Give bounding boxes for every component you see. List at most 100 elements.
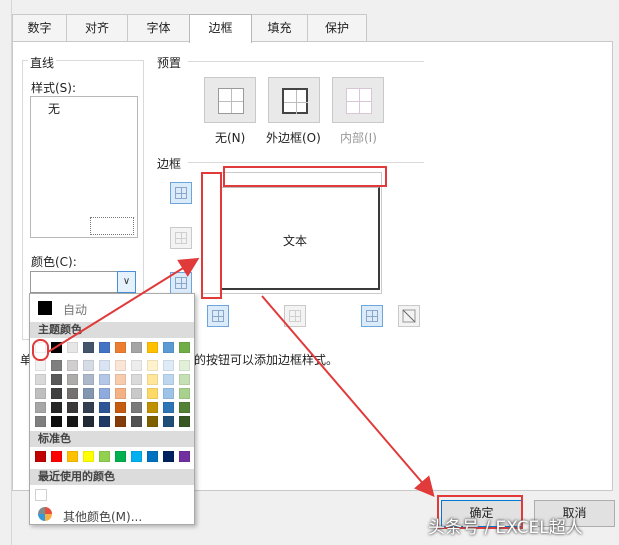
theme-shade-swatch[interactable] — [83, 388, 94, 399]
theme-shade-swatch[interactable] — [83, 360, 94, 371]
right-border-button[interactable] — [361, 305, 383, 327]
top-border-button[interactable] — [170, 182, 192, 204]
theme-shade-swatch[interactable] — [51, 402, 62, 413]
theme-shade-swatch[interactable] — [51, 388, 62, 399]
theme-color-swatch[interactable] — [163, 342, 174, 353]
theme-shade-swatch[interactable] — [115, 416, 126, 427]
recent-color-swatch[interactable] — [35, 489, 47, 501]
preset-inside-button[interactable] — [332, 77, 384, 123]
theme-shade-swatch[interactable] — [179, 360, 190, 371]
theme-shade-swatch[interactable] — [51, 374, 62, 385]
preset-none-button[interactable] — [204, 77, 256, 123]
theme-shade-swatch[interactable] — [35, 416, 46, 427]
standard-color-swatch[interactable] — [51, 451, 62, 462]
inside-vertical-border-button[interactable] — [284, 305, 306, 327]
standard-color-swatch[interactable] — [179, 451, 190, 462]
theme-shade-swatch[interactable] — [115, 388, 126, 399]
theme-shade-swatch[interactable] — [115, 402, 126, 413]
theme-shade-swatch[interactable] — [163, 388, 174, 399]
standard-color-swatch[interactable] — [147, 451, 158, 462]
tab-border[interactable]: 边框 — [189, 14, 252, 43]
more-colors-button[interactable]: 其他颜色(M)... — [63, 508, 142, 525]
theme-shade-swatch[interactable] — [179, 416, 190, 427]
color-palette: 自动 主题颜色 标准色 最近使用的颜色 其他颜色(M)... — [29, 293, 195, 525]
theme-color-swatch[interactable] — [147, 342, 158, 353]
grid-icon — [218, 88, 244, 114]
inside-horizontal-border-icon — [175, 232, 187, 244]
theme-shade-swatch[interactable] — [99, 416, 110, 427]
auto-color-swatch[interactable] — [38, 301, 52, 315]
theme-shade-swatch[interactable] — [51, 416, 62, 427]
preset-outline-button[interactable] — [268, 77, 320, 123]
theme-color-swatch[interactable] — [83, 342, 94, 353]
bottom-border-icon — [175, 277, 187, 289]
theme-shade-swatch[interactable] — [99, 402, 110, 413]
theme-shade-swatch[interactable] — [179, 402, 190, 413]
theme-color-swatch[interactable] — [67, 342, 78, 353]
tab-fill[interactable]: 填充 — [251, 14, 308, 42]
left-border-button[interactable] — [207, 305, 229, 327]
theme-shade-swatch[interactable] — [179, 374, 190, 385]
theme-shade-swatch[interactable] — [115, 360, 126, 371]
theme-shade-swatch[interactable] — [67, 360, 78, 371]
diagonal-border-button[interactable] — [398, 305, 420, 327]
theme-shade-swatch[interactable] — [115, 374, 126, 385]
theme-shade-swatch[interactable] — [35, 374, 46, 385]
chevron-down-icon[interactable]: ∨ — [117, 271, 136, 293]
preset-outline-label: 外边框(O) — [266, 131, 321, 145]
inside-horizontal-border-button[interactable] — [170, 227, 192, 249]
theme-shade-swatch[interactable] — [51, 360, 62, 371]
tab-alignment[interactable]: 对齐 — [66, 14, 128, 42]
standard-color-swatch[interactable] — [67, 451, 78, 462]
standard-color-swatch[interactable] — [131, 451, 142, 462]
theme-shade-swatch[interactable] — [163, 360, 174, 371]
theme-shade-swatch[interactable] — [67, 374, 78, 385]
theme-color-swatch[interactable] — [179, 342, 190, 353]
color-wheel-icon — [38, 507, 52, 521]
standard-color-swatch[interactable] — [99, 451, 110, 462]
standard-color-swatch[interactable] — [115, 451, 126, 462]
theme-shade-swatch[interactable] — [163, 374, 174, 385]
theme-shade-swatch[interactable] — [131, 374, 142, 385]
tab-protection[interactable]: 保护 — [307, 14, 367, 42]
theme-shade-swatch[interactable] — [35, 388, 46, 399]
theme-shade-swatch[interactable] — [99, 388, 110, 399]
theme-shade-swatch[interactable] — [147, 360, 158, 371]
theme-shade-swatch[interactable] — [67, 388, 78, 399]
line-style-dotted[interactable] — [90, 217, 134, 235]
inside-vertical-border-icon — [289, 310, 301, 322]
theme-shade-swatch[interactable] — [131, 416, 142, 427]
tab-font[interactable]: 字体 — [127, 14, 190, 42]
theme-shade-swatch[interactable] — [35, 360, 46, 371]
theme-shade-swatch[interactable] — [147, 388, 158, 399]
standard-color-swatch[interactable] — [163, 451, 174, 462]
theme-shade-swatch[interactable] — [83, 374, 94, 385]
theme-shade-swatch[interactable] — [99, 374, 110, 385]
theme-shade-swatch[interactable] — [67, 416, 78, 427]
theme-color-swatch[interactable] — [115, 342, 126, 353]
theme-shade-swatch[interactable] — [99, 360, 110, 371]
theme-shade-swatch[interactable] — [131, 402, 142, 413]
standard-color-swatch[interactable] — [83, 451, 94, 462]
theme-color-swatch[interactable] — [99, 342, 110, 353]
theme-shade-swatch[interactable] — [147, 416, 158, 427]
tab-number[interactable]: 数字 — [12, 14, 67, 42]
theme-shade-swatch[interactable] — [163, 402, 174, 413]
theme-color-swatch[interactable] — [131, 342, 142, 353]
theme-shade-swatch[interactable] — [179, 388, 190, 399]
theme-shade-swatch[interactable] — [83, 402, 94, 413]
theme-shade-swatch[interactable] — [131, 360, 142, 371]
theme-shade-swatch[interactable] — [131, 388, 142, 399]
line-style-none[interactable]: 无 — [48, 100, 60, 117]
theme-shade-swatch[interactable] — [163, 416, 174, 427]
top-border-icon — [175, 187, 187, 199]
auto-color-label[interactable]: 自动 — [63, 301, 87, 318]
theme-shade-swatch[interactable] — [35, 402, 46, 413]
theme-shade-swatch[interactable] — [67, 402, 78, 413]
theme-shade-swatch[interactable] — [147, 402, 158, 413]
bottom-border-button[interactable] — [170, 272, 192, 294]
theme-shade-swatch[interactable] — [147, 374, 158, 385]
theme-shade-swatch[interactable] — [83, 416, 94, 427]
theme-color-swatch[interactable] — [51, 342, 62, 353]
standard-color-swatch[interactable] — [35, 451, 46, 462]
